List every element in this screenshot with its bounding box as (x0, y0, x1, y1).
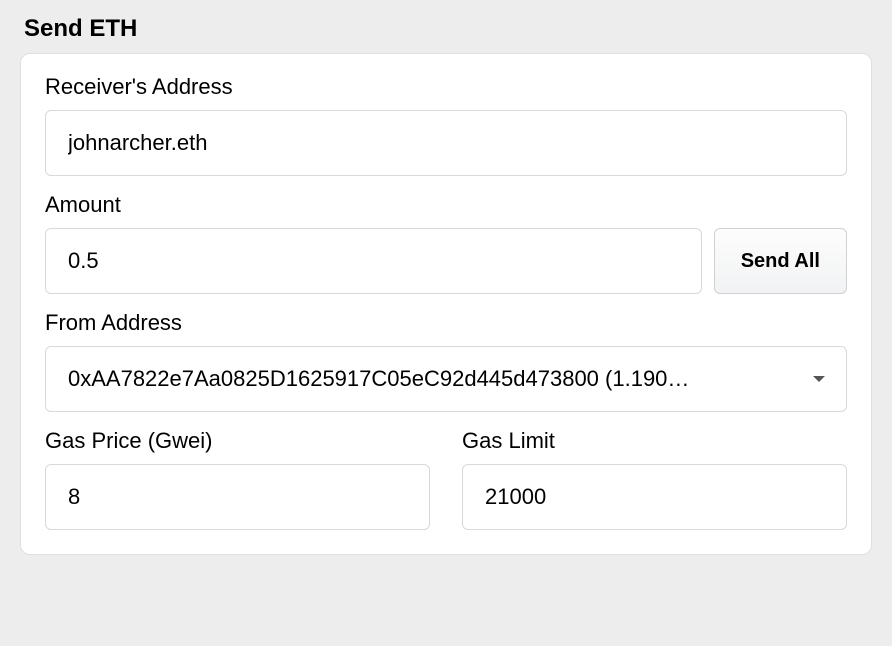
page-title: Send ETH (0, 0, 892, 53)
amount-row: Send All (45, 228, 847, 294)
gas-price-field-group: Gas Price (Gwei) (45, 428, 430, 530)
send-all-button[interactable]: Send All (714, 228, 847, 294)
gas-limit-input[interactable] (462, 464, 847, 530)
from-field-group: From Address 0xAA7822e7Aa0825D1625917C05… (45, 310, 847, 412)
gas-price-input[interactable] (45, 464, 430, 530)
receiver-field-group: Receiver's Address (45, 74, 847, 176)
gas-limit-field-group: Gas Limit (462, 428, 847, 530)
gas-row: Gas Price (Gwei) Gas Limit (45, 428, 847, 530)
from-address-selected: 0xAA7822e7Aa0825D1625917C05eC92d445d4738… (45, 346, 847, 412)
amount-label: Amount (45, 192, 847, 218)
from-label: From Address (45, 310, 847, 336)
send-eth-card: Receiver's Address Amount Send All From … (20, 53, 872, 555)
from-address-select[interactable]: 0xAA7822e7Aa0825D1625917C05eC92d445d4738… (45, 346, 847, 412)
gas-price-label: Gas Price (Gwei) (45, 428, 430, 454)
receiver-address-input[interactable] (45, 110, 847, 176)
receiver-label: Receiver's Address (45, 74, 847, 100)
amount-field-group: Amount Send All (45, 192, 847, 294)
gas-limit-label: Gas Limit (462, 428, 847, 454)
amount-input[interactable] (45, 228, 702, 294)
